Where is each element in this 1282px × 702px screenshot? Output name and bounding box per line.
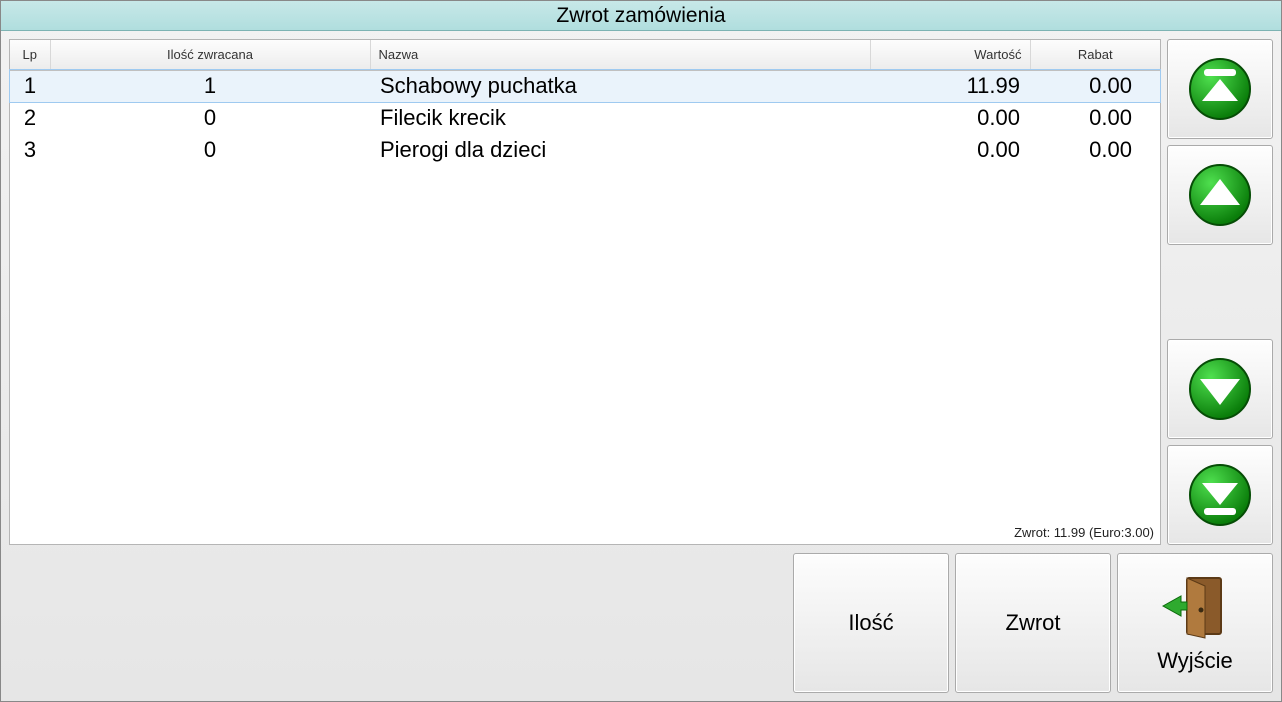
cell-rabat: 0.00 bbox=[1030, 70, 1160, 102]
scroll-down-icon bbox=[1188, 357, 1252, 421]
cell-qty: 0 bbox=[50, 102, 370, 134]
return-button-label: Zwrot bbox=[1006, 610, 1061, 636]
quantity-button-label: Ilość bbox=[848, 610, 893, 636]
cell-lp: 3 bbox=[10, 134, 50, 166]
table-header-row: Lp Ilość zwracana Nazwa Wartość Rabat bbox=[10, 40, 1160, 70]
return-button[interactable]: Zwrot bbox=[955, 553, 1111, 693]
order-table-wrap: Lp Ilość zwracana Nazwa Wartość Rabat 11… bbox=[9, 39, 1161, 545]
col-header-value[interactable]: Wartość bbox=[870, 40, 1030, 70]
cell-value: 11.99 bbox=[870, 70, 1030, 102]
col-header-name[interactable]: Nazwa bbox=[370, 40, 870, 70]
scroll-down-button[interactable] bbox=[1167, 339, 1273, 439]
content-area: Lp Ilość zwracana Nazwa Wartość Rabat 11… bbox=[1, 31, 1281, 701]
scroll-up-button[interactable] bbox=[1167, 145, 1273, 245]
summary-line: Zwrot: 11.99 (Euro:3.00) bbox=[1014, 525, 1154, 540]
scroll-bottom-button[interactable] bbox=[1167, 445, 1273, 545]
cell-name: Filecik krecik bbox=[370, 102, 870, 134]
cell-lp: 1 bbox=[10, 70, 50, 102]
cell-rabat: 0.00 bbox=[1030, 134, 1160, 166]
main-row: Lp Ilość zwracana Nazwa Wartość Rabat 11… bbox=[9, 39, 1273, 545]
exit-button-label: Wyjście bbox=[1157, 648, 1233, 674]
exit-button[interactable]: Wyjście bbox=[1117, 553, 1273, 693]
scroll-up-icon bbox=[1188, 163, 1252, 227]
cell-name: Pierogi dla dzieci bbox=[370, 134, 870, 166]
col-header-rabat[interactable]: Rabat bbox=[1030, 40, 1160, 70]
cell-value: 0.00 bbox=[870, 102, 1030, 134]
scroll-top-icon bbox=[1188, 57, 1252, 121]
exit-door-icon bbox=[1157, 572, 1233, 642]
scroll-top-button[interactable] bbox=[1167, 39, 1273, 139]
scroll-nav-column bbox=[1167, 39, 1273, 545]
table-row[interactable]: 20Filecik krecik0.000.00 bbox=[10, 102, 1160, 134]
col-header-qty[interactable]: Ilość zwracana bbox=[50, 40, 370, 70]
window-title: Zwrot zamówienia bbox=[1, 1, 1281, 31]
cell-qty: 0 bbox=[50, 134, 370, 166]
table-row[interactable]: 30Pierogi dla dzieci0.000.00 bbox=[10, 134, 1160, 166]
cell-lp: 2 bbox=[10, 102, 50, 134]
cell-rabat: 0.00 bbox=[1030, 102, 1160, 134]
cell-name: Schabowy puchatka bbox=[370, 70, 870, 102]
bottom-button-row: Ilość Zwrot Wyjście bbox=[9, 553, 1273, 693]
table-row[interactable]: 11Schabowy puchatka11.990.00 bbox=[10, 70, 1160, 102]
quantity-button[interactable]: Ilość bbox=[793, 553, 949, 693]
col-header-lp[interactable]: Lp bbox=[10, 40, 50, 70]
cell-value: 0.00 bbox=[870, 134, 1030, 166]
order-table: Lp Ilość zwracana Nazwa Wartość Rabat 11… bbox=[10, 40, 1160, 166]
app-window: Zwrot zamówienia Lp Ilość zwracana Nazwa… bbox=[0, 0, 1282, 702]
scroll-bottom-icon bbox=[1188, 463, 1252, 527]
cell-qty: 1 bbox=[50, 70, 370, 102]
